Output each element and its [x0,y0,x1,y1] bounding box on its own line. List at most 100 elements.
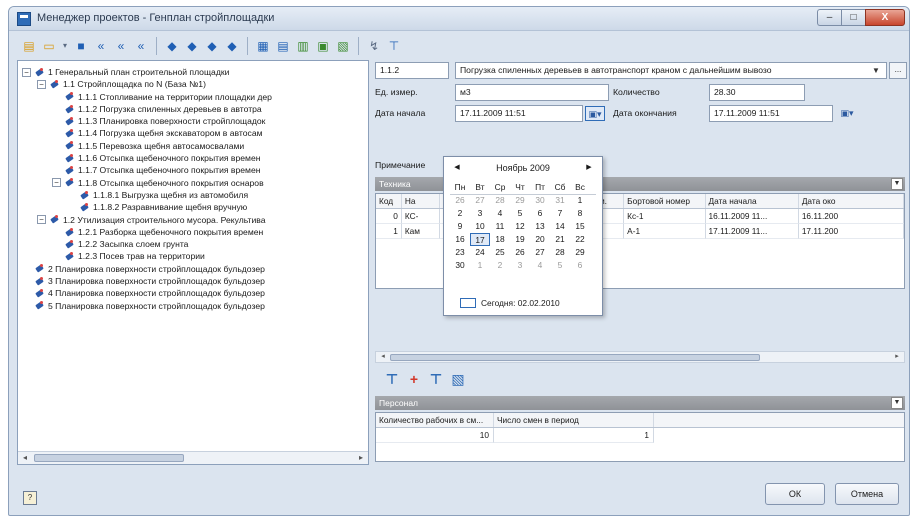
calendar-day[interactable]: 17 [470,233,490,246]
calendar-day[interactable]: 11 [490,220,510,233]
scroll-left-arrow-icon[interactable]: ◂ [19,453,31,463]
tree-item[interactable]: 1.1.6 Отсыпка щебеночного покрытия време… [18,152,368,164]
link-icon[interactable]: ↯ [366,38,382,54]
end-date-field[interactable]: 17.11.2009 11:51 [709,105,833,122]
open-folder-icon[interactable]: ▭ [41,38,57,54]
close-button[interactable]: X [865,9,905,26]
tree-expander-icon[interactable]: − [37,79,46,89]
calendar-day[interactable]: 5 [550,259,570,272]
table-icon[interactable]: ▤ [275,38,291,54]
scroll-right-arrow-icon[interactable]: ▸ [355,453,367,463]
minimize-button[interactable]: – [817,9,841,26]
tech-column-header[interactable]: Дата око [799,194,904,208]
filter-icon[interactable]: ⊤ [386,38,402,54]
tech-cell[interactable]: 0 [376,209,402,224]
calendar-day[interactable]: 25 [490,246,510,259]
tree-item[interactable]: 1.2.3 Посев трав на территории [18,250,368,262]
tech-cell[interactable]: 16.11.200 [798,209,904,224]
calendar-day[interactable]: 24 [470,246,490,259]
tech-cell[interactable]: КС- [401,209,440,224]
today-link[interactable]: Сегодня: 02.02.2010 [460,298,560,308]
calendar-day[interactable]: 26 [510,246,530,259]
help-icon[interactable]: ? [23,491,37,505]
tree-item[interactable]: 1.1.3 Планировка поверхности стройплощад… [18,115,368,127]
dropdown-icon[interactable]: ▾ [61,38,69,54]
browse-button[interactable]: ... [889,62,907,79]
calendar-day[interactable]: 28 [550,246,570,259]
calendar-day[interactable]: 3 [470,207,490,220]
scroll-right-arrow-icon[interactable]: ▸ [891,352,903,362]
chevron-down-icon[interactable]: ▼ [891,397,903,409]
next-month-icon[interactable]: ▶ [582,161,596,175]
remove-filter-icon[interactable]: ⊤ [429,371,443,388]
calendar-day[interactable]: 4 [490,207,510,220]
tech-cell[interactable]: А-1 [624,224,706,239]
calendar-day[interactable]: 18 [490,233,510,246]
calendar-day[interactable]: 29 [570,246,590,259]
calendar-day[interactable]: 15 [570,220,590,233]
filter-icon[interactable]: ⊤ [385,371,399,388]
calendar-day[interactable]: 29 [510,194,530,207]
calendar-day[interactable]: 31 [550,194,570,207]
tech-cell[interactable]: Кс-1 [624,209,706,224]
tree-horizontal-scrollbar[interactable]: ◂ ▸ [18,451,368,464]
tech-cell[interactable]: 1 [376,224,402,239]
tree-item[interactable]: 1.2.2 Засыпка слоем грунта [18,238,368,250]
tree-item[interactable]: − 1.1.8 Отсыпка щебеночного покрытия осна… [18,177,368,189]
calendar-day[interactable]: 28 [490,194,510,207]
calendar-day[interactable]: 2 [490,259,510,272]
select-icon[interactable]: ▧ [451,371,465,388]
tree-item[interactable]: 1.1.7 Отсыпка щебеночного покрытия време… [18,164,368,176]
tree-item[interactable]: 2 Планировка поверхности стройплощадок б… [18,263,368,275]
scroll-thumb[interactable] [390,354,760,361]
calendar-day[interactable]: 4 [530,259,550,272]
calendar-day[interactable]: 27 [530,246,550,259]
calendar-day[interactable]: 19 [510,233,530,246]
calendar-day[interactable]: 8 [570,207,590,220]
tree-item[interactable]: − 1.1 Стройплощадка по N (База №1) [18,78,368,90]
tree-expander-icon[interactable]: − [37,215,46,225]
tree-item[interactable]: 3 Планировка поверхности стройплощадок б… [18,275,368,287]
unit-field[interactable]: м3 [455,84,609,101]
personnel-section-header[interactable]: Персонал ▼ [375,396,905,410]
maximize-button[interactable]: □ [841,9,865,26]
tree-item[interactable]: 1.1.4 Погрузка щебня экскаватором в авто… [18,127,368,139]
tree-item[interactable]: 1.1.1 Стопливание на территории площадки… [18,91,368,103]
tech-column-header[interactable]: На [402,194,440,208]
save-icon[interactable]: ■ [73,38,89,54]
calendar-day[interactable]: 6 [530,207,550,220]
tech-column-header[interactable]: Код [376,194,402,208]
calendar-day[interactable]: 10 [470,220,490,233]
project-tree[interactable]: −1 Генеральный план строительной площадк… [18,61,368,451]
add-chart-icon[interactable]: ▣ [315,38,331,54]
diamond-icon[interactable]: ◆ [224,38,240,54]
tree-expander-icon[interactable]: − [22,67,31,77]
start-date-field[interactable]: 17.11.2009 11:51 [455,105,583,122]
calendar-dropdown-icon[interactable]: ▣▾ [837,106,857,121]
calendar-day[interactable]: 2 [450,207,470,220]
quantity-field[interactable]: 28.30 [709,84,805,101]
new-icon[interactable]: ▤ [21,38,37,54]
tree-item[interactable]: − 1 Генеральный план строительной площадк… [18,66,368,78]
diamond-icon[interactable]: ◆ [164,38,180,54]
calendar-day[interactable]: 7 [550,207,570,220]
calendar-day[interactable]: 5 [510,207,530,220]
scroll-thumb[interactable] [34,454,184,462]
calendar-day[interactable]: 6 [570,259,590,272]
calendar-day[interactable]: 3 [510,259,530,272]
indent-right-icon[interactable]: « [133,38,149,54]
calendar-day[interactable]: 27 [470,194,490,207]
chevron-down-icon[interactable]: ▼ [867,64,885,77]
prev-month-icon[interactable]: ◀ [450,161,464,175]
tree-item[interactable]: 1.1.2 Погрузка спиленных деревьев в авто… [18,103,368,115]
calendar-day[interactable]: 30 [450,259,470,272]
calendar-day[interactable]: 14 [550,220,570,233]
cancel-button[interactable]: Отмена [835,483,899,505]
name-select[interactable]: Погрузка спиленных деревьев в автотрансп… [455,62,887,79]
table-row[interactable]: 10 1 [376,428,904,443]
calendar-day[interactable]: 9 [450,220,470,233]
tree-item[interactable]: 5 Планировка поверхности стройплощадок б… [18,300,368,312]
tree-item[interactable]: 1.1.8.2 Разравнивание щебня вручную [18,201,368,213]
add-icon[interactable]: + [407,371,421,387]
tech-cell[interactable]: 16.11.2009 11... [705,209,799,224]
